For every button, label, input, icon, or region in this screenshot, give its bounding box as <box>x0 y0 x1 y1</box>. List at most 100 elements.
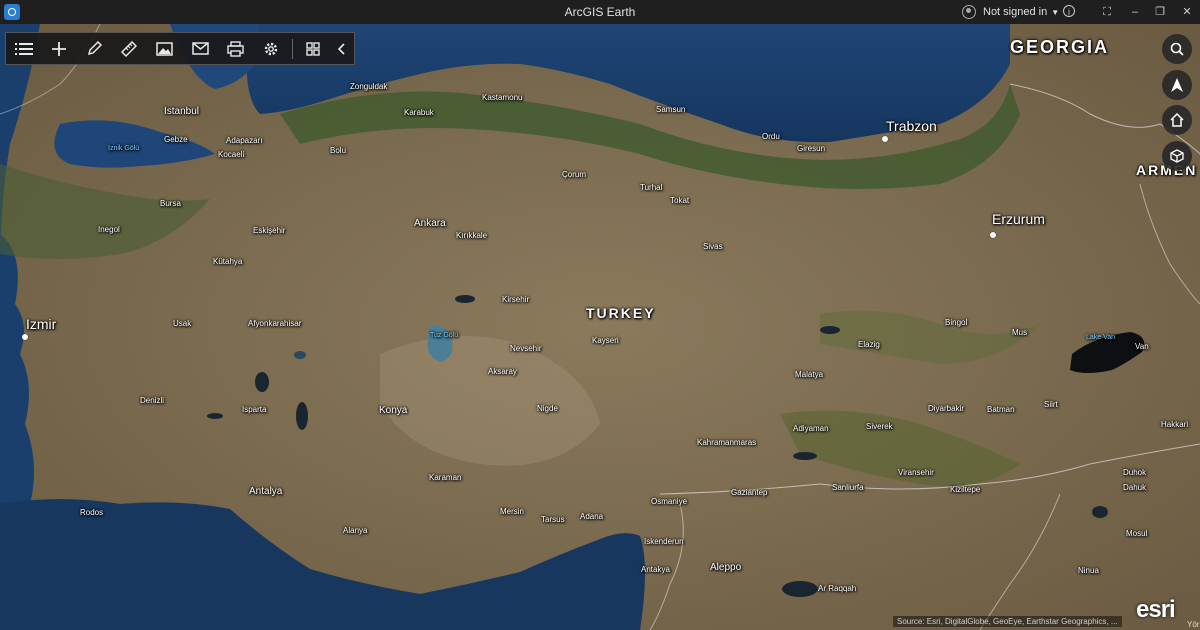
collapse-toolbar-button[interactable] <box>329 33 354 64</box>
partial-map-label: Yörk <box>1187 620 1200 629</box>
city-marker <box>990 232 996 238</box>
city-label-antakya: Antakya <box>641 565 670 574</box>
close-icon[interactable]: ✕ <box>1179 4 1195 20</box>
city-label-erzurum: Erzurum <box>992 211 1045 227</box>
city-label-nevsehir: Nevsehir <box>510 344 542 353</box>
city-label-aleppo: Aleppo <box>710 562 742 573</box>
city-label-mosul: Mosul <box>1126 529 1148 538</box>
city-label-turhal: Turhal <box>640 183 663 192</box>
water-label-lake-van: Lake Van <box>1086 334 1116 341</box>
home-icon <box>1170 113 1184 127</box>
map-attribution[interactable]: Source: Esri, DigitalGlobe, GeoEye, Eart… <box>893 616 1122 627</box>
city-label-karabuk: Karabuk <box>404 108 434 117</box>
city-marker <box>22 334 28 340</box>
settings-button[interactable] <box>253 33 288 64</box>
city-label-siirt: Siirt <box>1044 400 1058 409</box>
mail-icon <box>191 42 209 55</box>
grid-icon <box>306 41 320 56</box>
search-button[interactable] <box>1162 34 1192 64</box>
printer-icon <box>227 40 244 57</box>
city-label-denizli: Denizli <box>140 396 165 405</box>
info-icon[interactable]: i <box>1063 5 1075 17</box>
snapshot-button[interactable] <box>147 33 182 64</box>
compass-button[interactable] <box>1162 70 1192 100</box>
water-label-iznik-lake: Iznik Gölü <box>108 145 140 152</box>
city-label-izmir: Izmir <box>26 316 57 332</box>
restore-icon[interactable]: ❐ <box>1152 4 1168 20</box>
city-label-kutahya: Kütahya <box>213 257 243 266</box>
chevron-down-icon: ▼ <box>1051 7 1060 17</box>
fullscreen-icon[interactable]: ⛶ <box>1099 4 1115 20</box>
more-tools-button[interactable] <box>297 33 328 64</box>
city-label-tarsus: Tarsus <box>541 515 565 524</box>
city-label-ninua: Ninua <box>1078 566 1099 575</box>
city-label-ankara: Ankara <box>414 218 446 229</box>
title-bar: ArcGIS Earth Not signed in ▼ i ⛶ – ❐ ✕ <box>0 0 1200 24</box>
city-label-ordu: Ordu <box>762 132 780 141</box>
city-label-isparta: Isparta <box>242 405 267 414</box>
home-button[interactable] <box>1162 105 1192 135</box>
city-label-dahuk: Dahuk <box>1123 483 1147 492</box>
city-label-usak: Usak <box>173 319 192 328</box>
city-label-adana: Adana <box>580 512 604 521</box>
list-icon <box>14 42 33 55</box>
user-status-label: Not signed in <box>983 6 1048 18</box>
measure-button[interactable] <box>112 33 147 64</box>
share-button[interactable] <box>182 33 217 64</box>
city-label-samsun: Samsun <box>656 105 686 114</box>
compass-icon <box>1171 78 1183 92</box>
pencil-icon <box>87 41 102 56</box>
city-label-eskisehir: Eskişehir <box>253 226 286 235</box>
city-label-kocaeli: Kocaeli <box>218 150 245 159</box>
city-label-sivas: Sivas <box>703 242 723 251</box>
city-label-adapazari: Adapazarı <box>226 136 263 145</box>
city-label-hakkari: Hakkari <box>1161 420 1189 429</box>
city-label-konya: Konya <box>379 405 408 416</box>
country-label-turkey: TURKEY <box>586 305 656 321</box>
print-button[interactable] <box>218 33 253 64</box>
city-label-gebze: Gebze <box>164 135 188 144</box>
city-label-osmaniye: Osmaniye <box>651 497 688 506</box>
table-of-contents-button[interactable] <box>6 33 41 64</box>
city-label-kastamonu: Kastamonu <box>482 93 523 102</box>
toolbar-divider <box>292 38 294 59</box>
city-label-karaman: Karaman <box>429 473 462 482</box>
3d-view-button[interactable] <box>1162 141 1192 171</box>
city-label-rodos: Rodos <box>80 508 104 517</box>
user-icon <box>962 5 976 19</box>
city-label-afyonkarahisar: Afyonkarahisar <box>248 319 302 328</box>
city-label-ar-raqqah: Ar Raqqah <box>818 584 857 593</box>
city-label-kayseri: Kayseri <box>592 336 619 345</box>
city-label-batman: Batman <box>987 405 1015 414</box>
city-label-zonguldak: Zonguldak <box>350 82 388 91</box>
city-label-alanya: Alanya <box>343 526 368 535</box>
city-label-bingol: Bingol <box>945 318 968 327</box>
city-label-tokat: Tokat <box>670 196 690 205</box>
city-label-kiziltepe: Kiziltepe <box>950 485 981 494</box>
city-label-nigde: Nigde <box>537 404 558 413</box>
water-label-tuz-lake: Tuz Gölü <box>430 332 459 339</box>
map-view[interactable]: GEORGIA ARMEN TURKEY Trabzon Erzurum Izm… <box>0 24 1200 630</box>
city-label-siverek: Siverek <box>866 422 893 431</box>
city-label-diyarbakir: Diyarbakir <box>928 404 965 413</box>
city-label-malatya: Malatya <box>795 370 824 379</box>
city-label-kirsehir: Kirsehir <box>502 295 530 304</box>
city-label-kahramanmaras: Kahramanmaras <box>697 438 757 447</box>
city-label-adiyaman: Adiyaman <box>793 424 829 433</box>
city-label-istanbul: Istanbul <box>164 106 200 117</box>
image-icon <box>156 41 174 56</box>
draw-button[interactable] <box>77 33 112 64</box>
city-label-iskenderun: Iskenderun <box>644 537 684 546</box>
city-label-aksaray: Aksaray <box>488 367 517 376</box>
gear-icon <box>264 42 277 55</box>
minimize-icon[interactable]: – <box>1127 4 1143 20</box>
city-label-inegol: Inegol <box>98 225 120 234</box>
city-label-sanliurfa: Sanliurfa <box>832 483 864 492</box>
user-account-menu[interactable]: Not signed in ▼ <box>962 4 1059 20</box>
city-label-gaziantep: Gaziantep <box>731 488 768 497</box>
city-label-bolu: Bolu <box>330 146 347 155</box>
city-marker <box>882 136 888 142</box>
city-label-giresun: Giresun <box>797 144 826 153</box>
main-toolbar <box>5 32 355 65</box>
add-data-button[interactable] <box>41 33 76 64</box>
